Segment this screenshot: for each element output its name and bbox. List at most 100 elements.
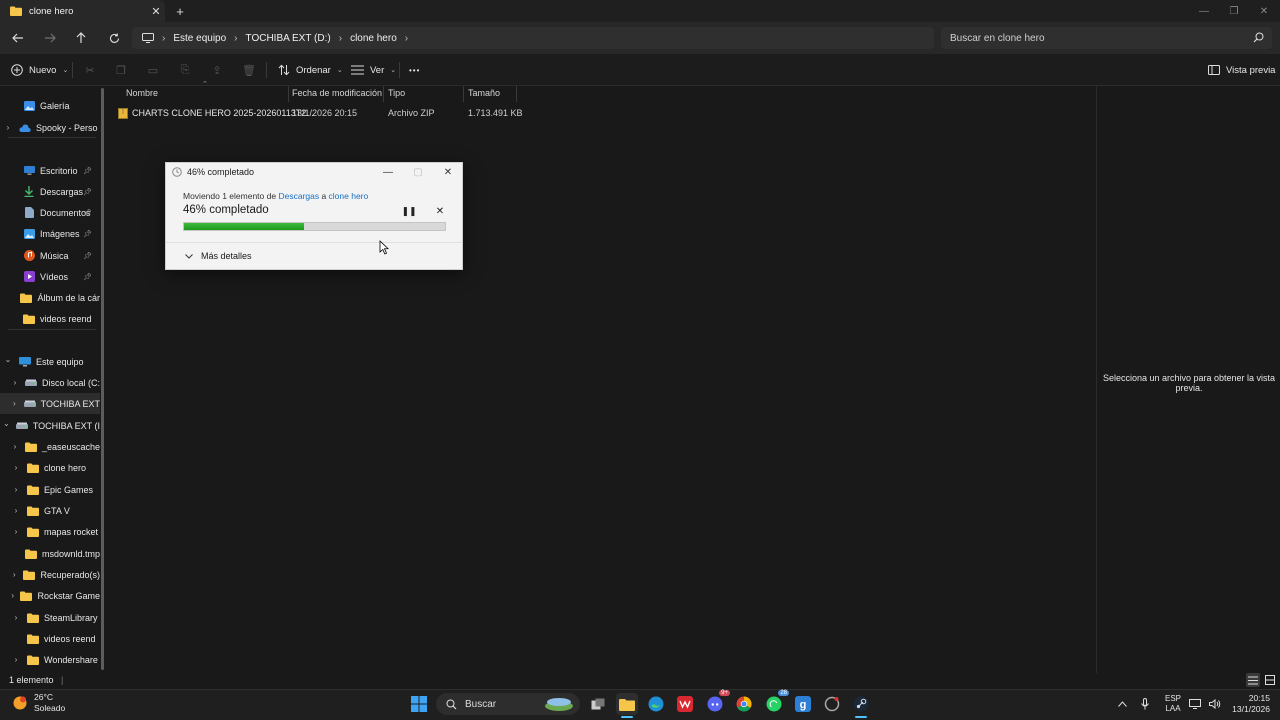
chevron-right-icon[interactable]: › [11, 613, 21, 622]
tree-item-disco-local-c[interactable]: › Disco local (C: [0, 372, 100, 393]
tray-overflow-chevron-icon[interactable] [1118, 701, 1127, 707]
chevron-right-icon[interactable]: › [11, 378, 19, 387]
column-divider[interactable] [288, 86, 289, 102]
edge-icon[interactable] [645, 693, 667, 715]
tab-clone-hero[interactable]: clone hero ✕ [0, 0, 165, 22]
breadcrumb-separator[interactable]: › [405, 33, 408, 44]
cut-icon[interactable]: ✂ [82, 62, 98, 78]
rename-icon[interactable]: ⎘ [177, 62, 193, 78]
dialog-minimize-button[interactable]: — [378, 164, 398, 180]
tree-item-epic-games[interactable]: › Epic Games [0, 479, 100, 500]
sidebar-item-documentos[interactable]: Documentos 📌︎ [0, 202, 100, 223]
sidebar-item-escritorio[interactable]: Escritorio 📌︎ [0, 160, 100, 181]
new-tab-button[interactable]: + [172, 3, 188, 19]
tree-item-mapas-rocket[interactable]: › mapas rocket [0, 521, 100, 542]
delete-icon[interactable]: 🗑︎ [241, 62, 257, 78]
more-options-button[interactable]: ••• [409, 60, 420, 80]
chevron-right-icon[interactable]: › [11, 655, 21, 664]
breadcrumb-clone-hero[interactable]: clone hero [350, 33, 397, 44]
details-view-button[interactable] [1246, 673, 1260, 687]
column-divider[interactable] [516, 86, 517, 102]
preview-pane-divider[interactable] [1096, 86, 1097, 673]
column-type[interactable]: Tipo [388, 88, 405, 98]
chevron-right-icon[interactable]: › [11, 591, 14, 600]
column-name[interactable]: Nombre [126, 88, 158, 98]
file-row[interactable]: CHARTS CLONE HERO 2025-20260113T2... 13/… [106, 106, 526, 122]
forward-button[interactable] [40, 29, 60, 47]
chevron-right-icon[interactable]: › [11, 442, 19, 451]
tab-close-button[interactable]: ✕ [147, 2, 165, 20]
microphone-icon[interactable] [1141, 698, 1149, 710]
tree-item-rockstar-game[interactable]: › Rockstar Game [0, 585, 100, 606]
column-modified[interactable]: Fecha de modificación [292, 88, 382, 98]
chevron-down-icon[interactable]: ⌄ [3, 419, 10, 428]
sidebar-item-videos-reend[interactable]: videos reend [0, 308, 100, 329]
taskbar-search[interactable]: Buscar [436, 693, 580, 715]
up-button[interactable] [71, 29, 91, 47]
volume-icon[interactable] [1209, 699, 1221, 709]
pause-button[interactable]: ❚❚ [401, 204, 416, 218]
chevron-down-icon[interactable]: ⌄ [3, 355, 13, 364]
start-button[interactable] [408, 693, 430, 715]
new-button[interactable]: Nuevo ⌄ [11, 60, 68, 80]
clock[interactable]: 20:15 13/1/2026 [1228, 693, 1270, 715]
copy-icon[interactable]: ❐ [113, 62, 129, 78]
tree-item-gta-v[interactable]: › GTA V [0, 500, 100, 521]
cancel-button[interactable]: ✕ [433, 204, 447, 218]
back-button[interactable] [8, 29, 28, 47]
app-g-icon[interactable]: g [792, 693, 814, 715]
whatsapp-icon[interactable]: 28 [763, 690, 789, 715]
search-input[interactable]: Buscar en clone hero [941, 27, 1272, 49]
chevron-right-icon[interactable]: › [11, 570, 17, 579]
refresh-button[interactable] [104, 29, 124, 47]
column-size[interactable]: Tamaño [468, 88, 500, 98]
paste-icon[interactable]: ▭ [145, 62, 161, 78]
sidebar-item-vídeos[interactable]: Vídeos 📌︎ [0, 266, 100, 287]
breadcrumb-drive[interactable]: TOCHIBA EXT (D:) [246, 33, 331, 44]
sidebar-item-álbum-de-la-cár[interactable]: Álbum de la cár [0, 287, 100, 308]
tree-item-videos-reend[interactable]: videos reend [0, 628, 100, 649]
tree-item-clone-hero[interactable]: › clone hero [0, 457, 100, 478]
tree-item-este-equipo[interactable]: ⌄ Este equipo [0, 351, 100, 372]
close-window-button[interactable]: ✕ [1249, 0, 1279, 22]
tree-item-msdownld-tmp[interactable]: msdownld.tmp [0, 543, 100, 564]
tiles-view-button[interactable] [1263, 673, 1277, 687]
sidebar-item-música[interactable]: Música 📌︎ [0, 245, 100, 266]
tree-item-steamlibrary[interactable]: › SteamLibrary [0, 607, 100, 628]
tree-item-tochiba-ext[interactable]: › TOCHIBA EXT [0, 393, 100, 414]
file-explorer-icon[interactable] [616, 693, 638, 715]
more-details-toggle[interactable]: Más detalles [185, 251, 252, 261]
chevron-right-icon[interactable]: › [3, 123, 13, 132]
maximize-button[interactable]: ❐ [1219, 0, 1249, 22]
sidebar-item-descargas[interactable]: Descargas 📌︎ [0, 181, 100, 202]
chrome-icon[interactable] [733, 693, 755, 715]
breadcrumb-este-equipo[interactable]: Este equipo [173, 33, 226, 44]
minimize-button[interactable]: — [1189, 0, 1219, 22]
sidebar-scrollbar[interactable] [101, 88, 104, 670]
chevron-right-icon[interactable]: › [11, 463, 21, 472]
chevron-right-icon[interactable]: › [11, 506, 21, 515]
chevron-right-icon[interactable]: › [11, 399, 18, 408]
display-icon[interactable] [1189, 699, 1202, 709]
tree-item-tochiba-ext-i[interactable]: ⌄ TOCHIBA EXT (I [0, 415, 100, 436]
input-language[interactable]: ESP LAA [1165, 694, 1181, 714]
chevron-right-icon[interactable]: › [11, 485, 21, 494]
recorder-icon[interactable] [821, 693, 843, 715]
sidebar-item-galería[interactable]: Galería [0, 95, 100, 116]
weather-widget[interactable]: 26°C Soleado [12, 692, 65, 714]
sidebar-item-spooky-perso[interactable]: › Spooky - Perso [0, 117, 100, 138]
column-divider[interactable] [463, 86, 464, 102]
dialog-maximize-button[interactable]: ▢ [408, 164, 428, 180]
column-divider[interactable] [383, 86, 384, 102]
chevron-right-icon[interactable]: › [11, 527, 21, 536]
view-button[interactable]: Ver ⌄ [351, 60, 396, 80]
tree-item-recuperado-s[interactable]: › Recuperado(s) [0, 564, 100, 585]
sidebar-item-imágenes[interactable]: Imágenes 📌︎ [0, 223, 100, 244]
source-folder-link[interactable]: Descargas [278, 191, 319, 201]
share-icon[interactable]: ⇪ [209, 62, 225, 78]
discord-icon[interactable]: 9+ [704, 690, 730, 715]
sort-button[interactable]: Ordenar ⌄ [278, 60, 343, 80]
breadcrumb-separator[interactable]: › [234, 33, 237, 44]
steam-icon[interactable] [850, 693, 872, 715]
tree-item-wondershare[interactable]: › Wondershare [0, 649, 100, 670]
